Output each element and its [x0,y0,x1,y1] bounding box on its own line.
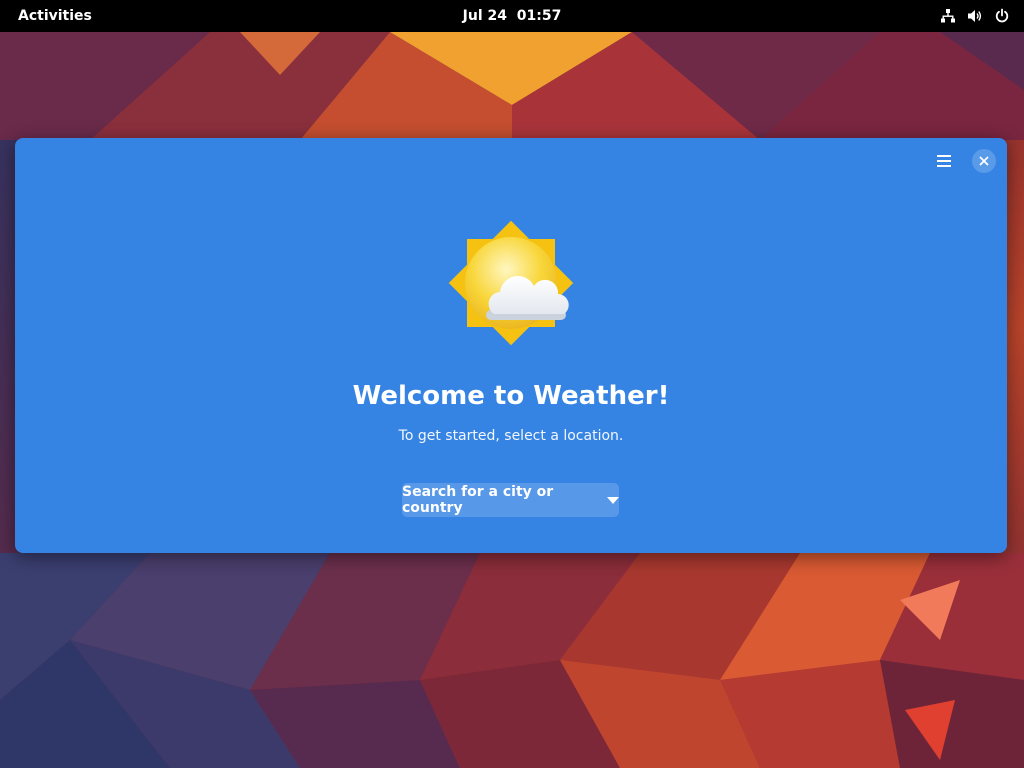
top-bar: Activities Jul 24 01:57 [0,0,1024,32]
clock-button[interactable]: Jul 24 01:57 [412,0,612,32]
volume-icon[interactable] [967,8,983,24]
welcome-title: Welcome to Weather! [352,381,670,411]
weather-window: Welcome to Weather! To get started, sele… [15,138,1007,553]
location-search-dropdown[interactable]: Search for a city or country [402,483,619,517]
close-icon [979,156,989,166]
weather-few-clouds-icon [448,220,574,346]
welcome-subtitle: To get started, select a location. [398,428,624,444]
network-icon[interactable] [940,8,956,24]
main-menu-button[interactable] [931,148,957,174]
chevron-down-icon [607,496,619,504]
close-button[interactable] [972,149,996,173]
hamburger-menu-icon [937,155,951,167]
location-search-label: Search for a city or country [402,484,554,516]
power-icon[interactable] [994,8,1010,24]
desktop: Activities Jul 24 01:57 Welcome to Weath… [0,0,1024,768]
system-tray[interactable] [940,0,1010,32]
activities-button[interactable]: Activities [18,0,92,32]
